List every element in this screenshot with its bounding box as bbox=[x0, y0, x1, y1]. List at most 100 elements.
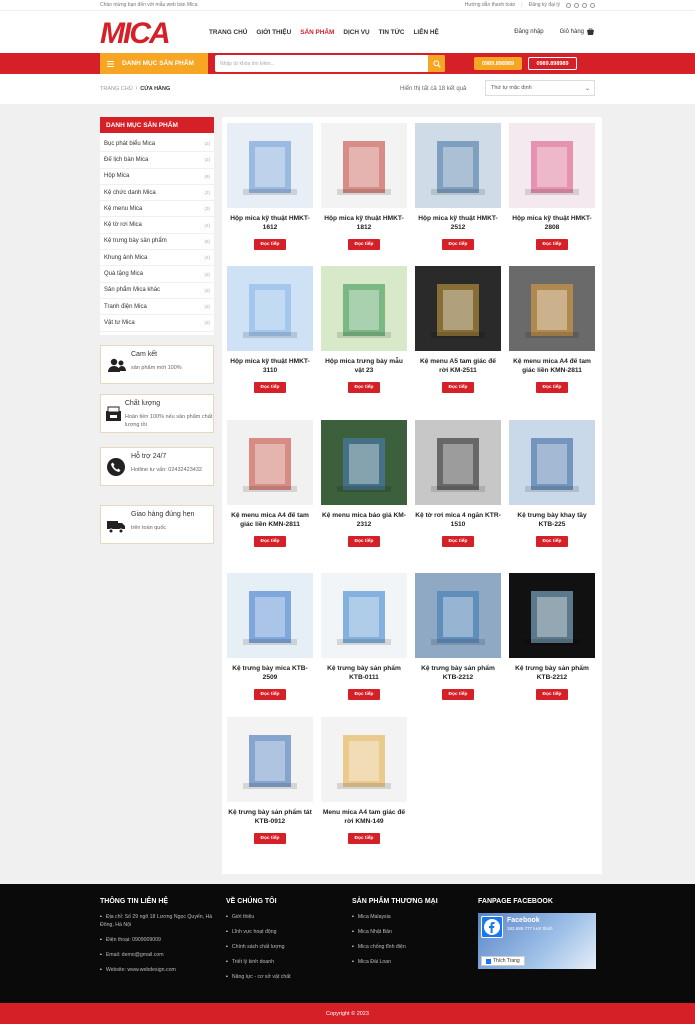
read-more-button[interactable]: Đọc tiếp bbox=[254, 833, 286, 844]
product-card[interactable]: Hộp mica kỹ thuật HMKT-1812 Đọc tiếp bbox=[321, 123, 407, 250]
product-image[interactable] bbox=[415, 266, 501, 351]
payment-guide-link[interactable]: Hướng dẫn thanh toán bbox=[465, 2, 516, 8]
product-name[interactable]: Kệ trưng bày sản phẩm tát KTB-0912 bbox=[227, 808, 313, 826]
product-name[interactable]: Menu mica A4 tam giác đế rời KMN-149 bbox=[321, 808, 407, 826]
footer-brand-link[interactable]: Mica chống tĩnh điện bbox=[352, 943, 462, 951]
footer-brand-link[interactable]: Mica Đài Loan bbox=[352, 958, 462, 966]
product-card[interactable]: Kệ menu mica A4 đế tam giác liền KMN-281… bbox=[227, 420, 313, 547]
product-name[interactable]: Kệ menu mica A4 đế tam giác liền KMN-281… bbox=[227, 511, 313, 529]
product-image[interactable] bbox=[321, 420, 407, 505]
product-card[interactable]: Hộp mica kỹ thuật HMKT-2512 Đọc tiếp bbox=[415, 123, 501, 250]
product-image[interactable] bbox=[509, 420, 595, 505]
product-card[interactable]: Kệ tờ rơi mica 4 ngăn KTR-1510 Đọc tiếp bbox=[415, 420, 501, 547]
footer-about-link[interactable]: Giới thiệu bbox=[226, 913, 336, 921]
search-input[interactable]: Nhập từ khóa tìm kiếm... bbox=[215, 55, 445, 72]
footer-about-link[interactable]: Năng lực - cơ sở vật chất bbox=[226, 973, 336, 981]
read-more-button[interactable]: Đọc tiếp bbox=[536, 382, 568, 393]
site-logo[interactable]: MICA bbox=[100, 18, 172, 46]
hotline-button-2[interactable]: 0989.898989 bbox=[528, 57, 577, 70]
product-name[interactable]: Kệ trưng bày sản phẩm KTB-2212 bbox=[415, 664, 501, 682]
product-image[interactable] bbox=[415, 123, 501, 208]
product-name[interactable]: Kệ menu mica báo giá KM-2312 bbox=[321, 511, 407, 529]
read-more-button[interactable]: Đọc tiếp bbox=[442, 382, 474, 393]
read-more-button[interactable]: Đọc tiếp bbox=[348, 382, 380, 393]
read-more-button[interactable]: Đọc tiếp bbox=[348, 536, 380, 547]
product-card[interactable]: Kệ trưng bày khay tầy KTB-225 Đọc tiếp bbox=[509, 420, 595, 547]
product-card[interactable]: Kệ menu A5 tam giác đế rời KM-2511 Đọc t… bbox=[415, 266, 501, 393]
product-image[interactable] bbox=[509, 573, 595, 658]
sidebar-item[interactable]: Kệ trưng bày sản phẩm (6) bbox=[100, 234, 214, 251]
product-name[interactable]: Kệ menu mica A4 đế tam giác liền KMN-281… bbox=[509, 357, 595, 375]
sidebar-item[interactable]: Kệ menu Mica (3) bbox=[100, 201, 214, 218]
product-card[interactable]: Kệ trưng bày sản phẩm KTB-0111 Đọc tiếp bbox=[321, 573, 407, 700]
product-card[interactable]: Hộp mica kỹ thuật HMKT-3110 Đọc tiếp bbox=[227, 266, 313, 393]
nav-home[interactable]: TRANG CHỦ bbox=[209, 29, 247, 36]
footer-about-link[interactable]: Chính sách chất lượng bbox=[226, 943, 336, 951]
login-link[interactable]: Đăng nhập bbox=[514, 29, 543, 35]
product-name[interactable]: Kệ trưng bày khay tầy KTB-225 bbox=[509, 511, 595, 529]
product-name[interactable]: Hộp mica kỹ thuật HMKT-1612 bbox=[227, 214, 313, 232]
email-icon[interactable] bbox=[590, 2, 595, 8]
product-image[interactable] bbox=[415, 420, 501, 505]
register-agent-link[interactable]: Đăng ký đại lý bbox=[529, 2, 560, 8]
read-more-button[interactable]: Đọc tiếp bbox=[348, 689, 380, 700]
product-image[interactable] bbox=[227, 123, 313, 208]
read-more-button[interactable]: Đọc tiếp bbox=[348, 239, 380, 250]
product-name[interactable]: Kệ menu A5 tam giác đế rời KM-2511 bbox=[415, 357, 501, 375]
sidebar-item[interactable]: Đế lịch bàn Mica (2) bbox=[100, 152, 214, 169]
footer-brand-link[interactable]: Mica Nhật Bản bbox=[352, 928, 462, 936]
product-image[interactable] bbox=[227, 573, 313, 658]
product-image[interactable] bbox=[227, 717, 313, 802]
product-image[interactable] bbox=[509, 123, 595, 208]
product-image[interactable] bbox=[321, 266, 407, 351]
like-page-button[interactable]: Thích Trang bbox=[481, 956, 525, 966]
read-more-button[interactable]: Đọc tiếp bbox=[442, 239, 474, 250]
product-name[interactable]: Hộp mica kỹ thuật HMKT-2808 bbox=[509, 214, 595, 232]
sidebar-item[interactable]: Sản phẩm Mica khác (2) bbox=[100, 283, 214, 299]
sidebar-item[interactable]: Kệ chức danh Mica (2) bbox=[100, 185, 214, 202]
read-more-button[interactable]: Đọc tiếp bbox=[536, 536, 568, 547]
sort-select[interactable]: Thứ tự mặc định ⌄ bbox=[485, 80, 595, 96]
product-card[interactable]: Hộp mica kỹ thuật HMKT-1612 Đọc tiếp bbox=[227, 123, 313, 250]
product-card[interactable]: Hộp mica kỹ thuật HMKT-2808 Đọc tiếp bbox=[509, 123, 595, 250]
pinterest-icon[interactable] bbox=[582, 2, 587, 8]
read-more-button[interactable]: Đọc tiếp bbox=[442, 689, 474, 700]
nav-products[interactable]: SẢN PHẨM bbox=[300, 29, 334, 36]
sidebar-item[interactable]: Khung ảnh Mica (2) bbox=[100, 250, 214, 267]
product-image[interactable] bbox=[509, 266, 595, 351]
product-name[interactable]: Kệ trưng bày sản phẩm KTB-0111 bbox=[321, 664, 407, 682]
product-name[interactable]: Hộp mica trưng bày mẫu vật 23 bbox=[321, 357, 407, 375]
read-more-button[interactable]: Đọc tiếp bbox=[536, 689, 568, 700]
sidebar-item[interactable]: Kệ tờ rơi Mica (2) bbox=[100, 217, 214, 234]
product-card[interactable]: Kệ menu mica A4 đế tam giác liền KMN-281… bbox=[509, 266, 595, 393]
breadcrumb-home[interactable]: TRANG CHỦ bbox=[100, 86, 133, 92]
sidebar-item[interactable]: Tranh điện Mica (2) bbox=[100, 299, 214, 316]
product-card[interactable]: Kệ trưng bày sản phẩm KTB-2212 Đọc tiếp bbox=[415, 573, 501, 700]
product-image[interactable] bbox=[227, 420, 313, 505]
read-more-button[interactable]: Đọc tiếp bbox=[536, 239, 568, 250]
product-card[interactable]: Menu mica A4 tam giác đế rời KMN-149 Đọc… bbox=[321, 717, 407, 844]
footer-about-link[interactable]: Lĩnh vực hoạt động bbox=[226, 928, 336, 936]
footer-brand-link[interactable]: Mica Malaysia bbox=[352, 913, 462, 921]
read-more-button[interactable]: Đọc tiếp bbox=[348, 833, 380, 844]
product-image[interactable] bbox=[227, 266, 313, 351]
category-menu-button[interactable]: DANH MỤC SẢN PHẨM bbox=[100, 53, 208, 74]
nav-services[interactable]: DỊCH VỤ bbox=[343, 29, 369, 36]
sidebar-item[interactable]: Quà tặng Mica (2) bbox=[100, 266, 214, 283]
search-button[interactable] bbox=[428, 55, 445, 72]
nav-about[interactable]: GIỚI THIỆU bbox=[256, 29, 291, 36]
read-more-button[interactable]: Đọc tiếp bbox=[254, 689, 286, 700]
product-name[interactable]: Kệ tờ rơi mica 4 ngăn KTR-1510 bbox=[415, 511, 501, 529]
nav-news[interactable]: TIN TỨC bbox=[379, 29, 405, 36]
product-name[interactable]: Kệ trưng bày sản phẩm KTB-2212 bbox=[509, 664, 595, 682]
product-card[interactable]: Kệ trưng bày mica KTB-2509 Đọc tiếp bbox=[227, 573, 313, 700]
product-image[interactable] bbox=[415, 573, 501, 658]
sidebar-item[interactable]: Bục phát biểu Mica (2) bbox=[100, 136, 214, 153]
footer-about-link[interactable]: Triết lý kinh doanh bbox=[226, 958, 336, 966]
read-more-button[interactable]: Đọc tiếp bbox=[254, 536, 286, 547]
facebook-icon[interactable] bbox=[566, 2, 571, 8]
product-name[interactable]: Hộp mica kỹ thuật HMKT-1812 bbox=[321, 214, 407, 232]
read-more-button[interactable]: Đọc tiếp bbox=[442, 536, 474, 547]
sidebar-item[interactable]: Hộp Mica (6) bbox=[100, 169, 214, 185]
product-card[interactable]: Kệ trưng bày sản phẩm tát KTB-0912 Đọc t… bbox=[227, 717, 313, 844]
